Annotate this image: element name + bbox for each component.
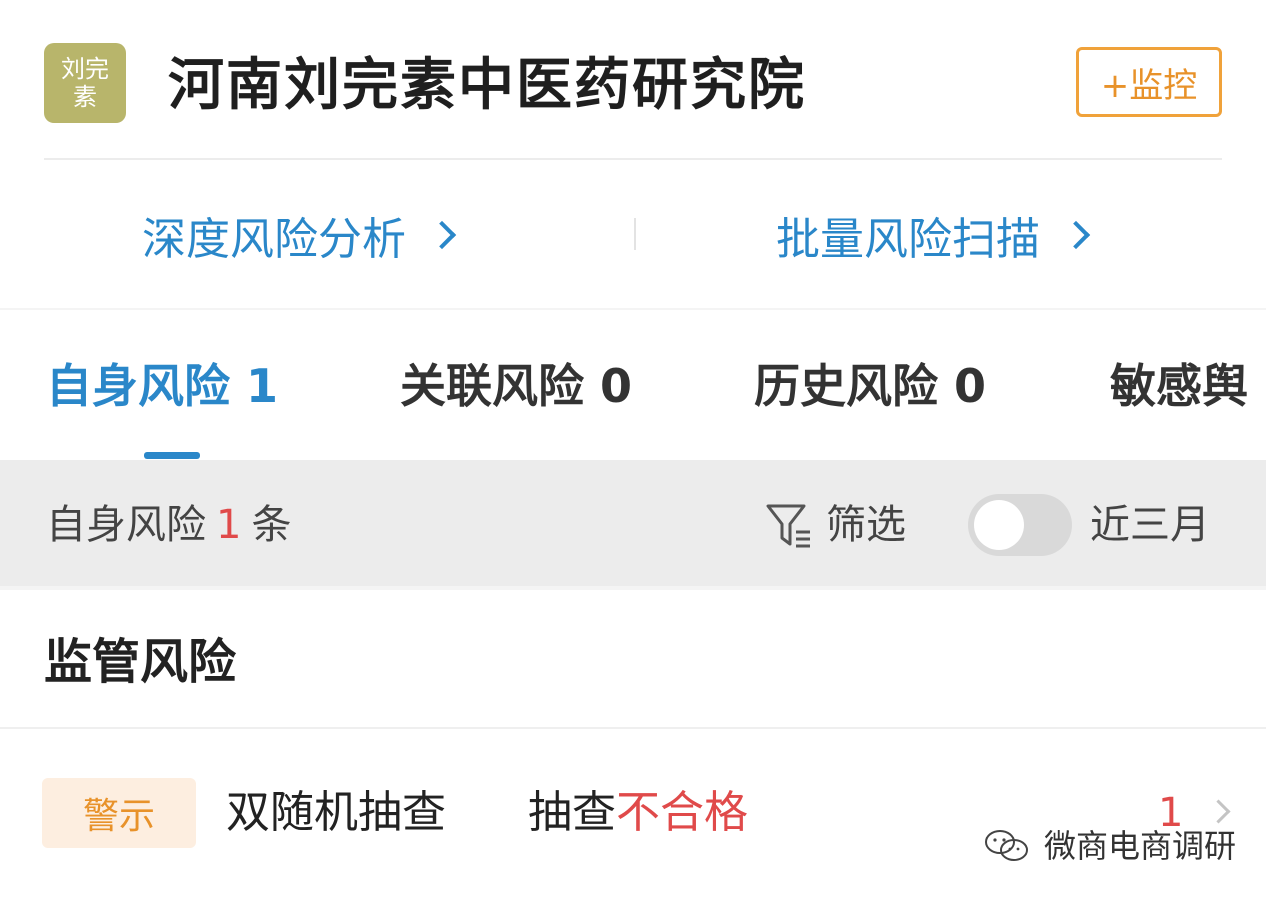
- batch-risk-scan-link[interactable]: 批量风险扫描: [776, 200, 1091, 270]
- wechat-icon: [985, 830, 1028, 861]
- link-separator: [634, 218, 636, 250]
- tab-related-risk[interactable]: 关联风险 0: [400, 346, 632, 426]
- monitor-button-label: +监控: [1100, 65, 1198, 106]
- risk-desc-highlight: 不合格: [616, 787, 748, 838]
- risk-count-text: 自身风险 1 条: [46, 495, 291, 555]
- count-suffix: 条: [251, 502, 292, 548]
- deep-risk-analysis-link[interactable]: 深度风险分析: [142, 200, 457, 270]
- risk-type[interactable]: 双随机抽查: [226, 778, 446, 848]
- warning-badge: 警示: [42, 778, 196, 848]
- section-title: 监管风险: [44, 634, 237, 690]
- recent-three-months-label: 近三月: [1090, 502, 1210, 548]
- company-name: 河南刘完素中医药研究院: [168, 53, 806, 118]
- tab-sensitive-news[interactable]: 敏感舆: [1110, 346, 1248, 426]
- recent-three-months-toggle[interactable]: [968, 494, 1072, 556]
- count-number: 1: [216, 502, 242, 548]
- risk-desc-prefix: 抽查: [528, 787, 616, 838]
- deep-risk-analysis-label: 深度风险分析: [142, 214, 406, 265]
- watermark-text: 微商电商调研: [1044, 827, 1237, 865]
- filter-button[interactable]: 筛选: [826, 495, 906, 555]
- active-tab-indicator: [144, 452, 200, 459]
- batch-risk-scan-label: 批量风险扫描: [776, 214, 1040, 265]
- monitor-button[interactable]: +监控: [1076, 47, 1222, 117]
- section-divider: [0, 727, 1266, 729]
- risk-description[interactable]: 抽查不合格: [528, 778, 748, 848]
- tab-self-risk[interactable]: 自身风险 1: [46, 346, 278, 426]
- chevron-right-icon: [1061, 220, 1091, 250]
- logo-text: 刘完素: [61, 55, 109, 111]
- tab-history-risk[interactable]: 历史风险 0: [754, 346, 986, 426]
- count-prefix: 自身风险: [46, 502, 206, 548]
- chevron-right-icon: [427, 220, 457, 250]
- company-logo: 刘完素: [44, 43, 126, 123]
- filter-icon[interactable]: [764, 500, 814, 550]
- toggle-knob: [974, 500, 1024, 550]
- header-divider: [44, 158, 1222, 160]
